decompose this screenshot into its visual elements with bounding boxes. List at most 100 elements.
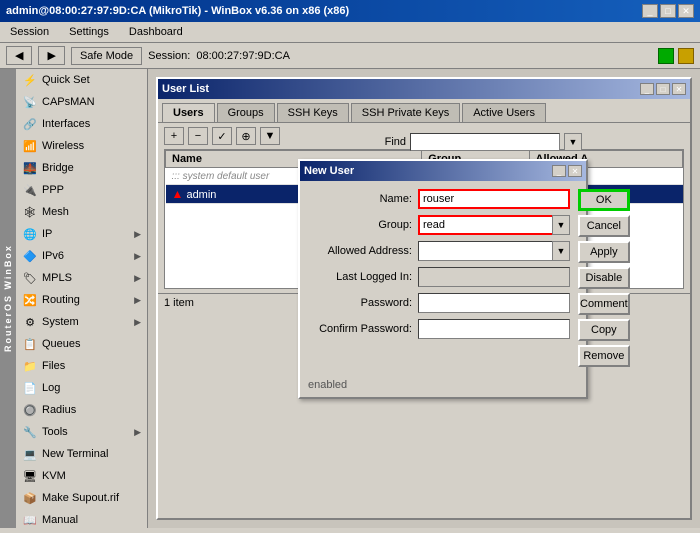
bridge-icon: 🌉 (22, 160, 38, 176)
menu-session[interactable]: Session (4, 24, 55, 40)
tab-active-users[interactable]: Active Users (462, 103, 546, 122)
mpls-arrow-icon: ▶ (134, 273, 141, 284)
confirm-password-label: Confirm Password: (308, 323, 418, 335)
sidebar-label-make-supout: Make Supout.rif (42, 492, 119, 504)
sidebar-item-mpls[interactable]: 🏷 MPLS ▶ (16, 267, 147, 289)
enabled-status: enabled (308, 379, 347, 391)
sidebar-label-mpls: MPLS (42, 272, 72, 284)
ipv6-icon: 🔷 (22, 248, 38, 264)
new-user-minimize-button[interactable]: _ (552, 165, 566, 177)
delete-button[interactable]: − (188, 127, 208, 145)
title-controls[interactable]: _ □ ✕ (642, 4, 694, 18)
find-input[interactable] (410, 133, 560, 151)
disable-button[interactable]: Disable (578, 267, 630, 289)
find-arrow-button[interactable]: ▼ (564, 133, 582, 151)
user-list-window-controls[interactable]: _ □ ✕ (640, 83, 686, 95)
sidebar-item-routing[interactable]: 🔀 Routing ▶ (16, 289, 147, 311)
queues-icon: 📋 (22, 336, 38, 352)
sidebar-item-kvm[interactable]: 🖥 KVM (16, 465, 147, 487)
allowed-address-dropdown-arrow[interactable]: ▼ (552, 241, 570, 261)
close-button[interactable]: ✕ (678, 4, 694, 18)
name-input[interactable] (418, 189, 570, 209)
user-list-close-button[interactable]: ✕ (672, 83, 686, 95)
sidebar-item-ip[interactable]: 🌐 IP ▶ (16, 223, 147, 245)
cancel-button[interactable]: Cancel (578, 215, 630, 237)
tab-ssh-keys[interactable]: SSH Keys (277, 103, 349, 122)
tab-groups[interactable]: Groups (217, 103, 275, 122)
maximize-button[interactable]: □ (660, 4, 676, 18)
new-user-close-button[interactable]: ✕ (568, 165, 582, 177)
dialog-footer: enabled (300, 375, 586, 397)
sidebar-label-quick-set: Quick Set (42, 74, 90, 86)
menu-settings[interactable]: Settings (63, 24, 115, 40)
sidebar-item-radius[interactable]: 🔘 Radius (16, 399, 147, 421)
sidebar-item-log[interactable]: 📄 Log (16, 377, 147, 399)
tab-ssh-private-keys[interactable]: SSH Private Keys (351, 103, 460, 122)
ipv6-arrow-icon: ▶ (134, 251, 141, 262)
last-logged-in-label: Last Logged In: (308, 271, 418, 283)
session-value: 08:00:27:97:9D:CA (196, 50, 290, 62)
user-list-title-bar: User List _ □ ✕ (158, 79, 690, 99)
system-icon: ⚙ (22, 314, 38, 330)
sidebar-item-capsman[interactable]: 📡 CAPsMAN (16, 91, 147, 113)
allowed-address-input[interactable] (418, 241, 570, 261)
apply-button[interactable]: Apply (578, 241, 630, 263)
ok-button[interactable]: OK (578, 189, 630, 211)
last-logged-in-input (418, 267, 570, 287)
sidebar-item-quick-set[interactable]: ⚡ Quick Set (16, 69, 147, 91)
new-user-window-controls[interactable]: _ ✕ (552, 165, 582, 177)
user-list-window: User List _ □ ✕ Users Groups SSH Keys SS… (156, 77, 692, 520)
sidebar-item-ipv6[interactable]: 🔷 IPv6 ▶ (16, 245, 147, 267)
sidebar-item-queues[interactable]: 📋 Queues (16, 333, 147, 355)
sidebar-item-manual[interactable]: 📖 Manual (16, 509, 147, 528)
sidebar-item-ppp[interactable]: 🔌 PPP (16, 179, 147, 201)
mesh-icon: 🕸 (22, 204, 38, 220)
copy-button-dialog[interactable]: Copy (578, 319, 630, 341)
sidebar-item-bridge[interactable]: 🌉 Bridge (16, 157, 147, 179)
manual-icon: 📖 (22, 512, 38, 528)
sidebar-item-files[interactable]: 📁 Files (16, 355, 147, 377)
confirm-password-input[interactable] (418, 319, 570, 339)
make-supout-icon: 📦 (22, 490, 38, 506)
group-dropdown-arrow[interactable]: ▼ (552, 215, 570, 235)
sidebar-item-tools[interactable]: 🔧 Tools ▶ (16, 421, 147, 443)
kvm-icon: 🖥 (22, 468, 38, 484)
sidebar-item-new-terminal[interactable]: 💻 New Terminal (16, 443, 147, 465)
sidebar-item-interfaces[interactable]: 🔗 Interfaces (16, 113, 147, 135)
user-list-minimize-button[interactable]: _ (640, 83, 654, 95)
sidebar-label-ip: IP (42, 228, 52, 240)
sidebar-label-files: Files (42, 360, 65, 372)
sidebar-item-mesh[interactable]: 🕸 Mesh (16, 201, 147, 223)
allowed-address-row: Allowed Address: ▼ (308, 241, 570, 261)
user-list-maximize-button[interactable]: □ (656, 83, 670, 95)
group-select[interactable]: read write full (418, 215, 570, 235)
comment-button[interactable]: Comment (578, 293, 630, 315)
sidebar-item-system[interactable]: ⚙ System ▶ (16, 311, 147, 333)
safe-mode-button[interactable]: Safe Mode (71, 47, 142, 65)
quick-set-icon: ⚡ (22, 72, 38, 88)
remove-button[interactable]: Remove (578, 345, 630, 367)
sidebar-item-wireless[interactable]: 📶 Wireless (16, 135, 147, 157)
user-list-title-text: User List (162, 83, 209, 95)
connection-status-indicator (658, 48, 674, 64)
group-select-wrap: read write full ▼ (418, 215, 570, 235)
sidebar: ⚡ Quick Set 📡 CAPsMAN 🔗 Interfaces 📶 Wir… (16, 69, 148, 528)
title-bar: admin@08:00:27:97:9D:CA (MikroTik) - Win… (0, 0, 700, 22)
ip-icon: 🌐 (22, 226, 38, 242)
minimize-button[interactable]: _ (642, 4, 658, 18)
allowed-address-label: Allowed Address: (308, 245, 418, 257)
routing-arrow-icon: ▶ (134, 295, 141, 306)
log-icon: 📄 (22, 380, 38, 396)
nav-back-button[interactable]: ◀ (6, 46, 32, 65)
menu-dashboard[interactable]: Dashboard (123, 24, 189, 40)
edit-button[interactable]: ✓ (212, 127, 232, 145)
sidebar-item-make-supout[interactable]: 📦 Make Supout.rif (16, 487, 147, 509)
password-input[interactable] (418, 293, 570, 313)
copy-button[interactable]: ⊕ (236, 127, 256, 145)
filter-button[interactable]: ▼ (260, 127, 280, 145)
tab-users[interactable]: Users (162, 103, 215, 122)
interfaces-icon: 🔗 (22, 116, 38, 132)
nav-forward-button[interactable]: ▶ (38, 46, 64, 65)
add-button[interactable]: + (164, 127, 184, 145)
sidebar-wrapper: RouterOS WinBox ⚡ Quick Set 📡 CAPsMAN 🔗 … (0, 69, 148, 528)
